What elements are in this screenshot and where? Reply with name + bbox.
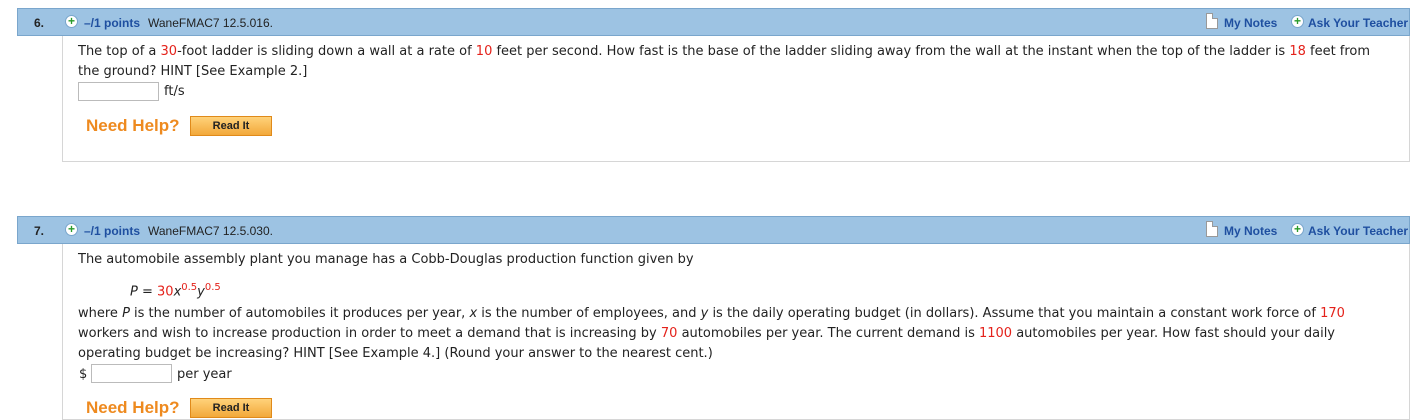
question-number: 6.	[34, 16, 45, 30]
demand-value: 1100	[978, 326, 1013, 341]
need-help-label: Need Help?	[86, 116, 180, 135]
note-page-icon[interactable]	[1206, 221, 1218, 237]
ask-teacher-link[interactable]: Ask Your Teacher	[1308, 16, 1408, 30]
question-code: WaneFMAC7 12.5.016.	[148, 16, 273, 30]
read-it-button[interactable]: Read It	[190, 116, 272, 136]
note-page-icon[interactable]	[1206, 13, 1218, 29]
ask-teacher-plus-icon[interactable]: +	[1291, 15, 1304, 28]
my-notes-link[interactable]: My Notes	[1224, 224, 1277, 238]
question-6-text-line1: The top of a 30-foot ladder is sliding d…	[78, 44, 1371, 59]
currency-label: $	[79, 367, 88, 382]
unit-label: ft/s	[164, 84, 185, 99]
question-6-text-line2: the ground? HINT [See Example 2.]	[78, 64, 308, 79]
question-6-header: 6. + –/1 points WaneFMAC7 12.5.016. My N…	[17, 8, 1410, 36]
question-code: WaneFMAC7 12.5.030.	[148, 224, 273, 238]
slide-rate-value: 10	[475, 44, 493, 59]
need-help-label: Need Help?	[86, 398, 180, 417]
ask-teacher-link[interactable]: Ask Your Teacher	[1308, 224, 1408, 238]
workers-value: 170	[1320, 306, 1345, 321]
increase-value: 70	[660, 326, 678, 341]
question-number: 7.	[34, 224, 45, 238]
cobb-douglas-formula: P = 30x0.5y0.5	[130, 282, 221, 300]
question-7-intro: The automobile assembly plant you manage…	[78, 252, 694, 267]
answer-input[interactable]	[78, 82, 159, 101]
my-notes-link[interactable]: My Notes	[1224, 16, 1277, 30]
unit-label: per year	[177, 367, 232, 382]
ask-teacher-plus-icon[interactable]: +	[1291, 223, 1304, 236]
question-7-text-line3: operating budget be increasing? HINT [Se…	[78, 346, 713, 361]
question-7-text-line1: where P is the number of automobiles it …	[78, 306, 1345, 321]
question-7-header: 7. + –/1 points WaneFMAC7 12.5.030. My N…	[17, 216, 1410, 244]
height-value: 18	[1289, 44, 1306, 59]
answer-input[interactable]	[91, 364, 172, 383]
ladder-length-value: 30	[160, 44, 178, 59]
read-it-button[interactable]: Read It	[190, 398, 272, 418]
expand-plus-icon[interactable]: +	[65, 223, 78, 236]
expand-plus-icon[interactable]: +	[65, 15, 78, 28]
question-7-text-line2: workers and wish to increase production …	[78, 326, 1336, 341]
points-label[interactable]: –/1 points	[84, 224, 140, 238]
points-label[interactable]: –/1 points	[84, 16, 140, 30]
